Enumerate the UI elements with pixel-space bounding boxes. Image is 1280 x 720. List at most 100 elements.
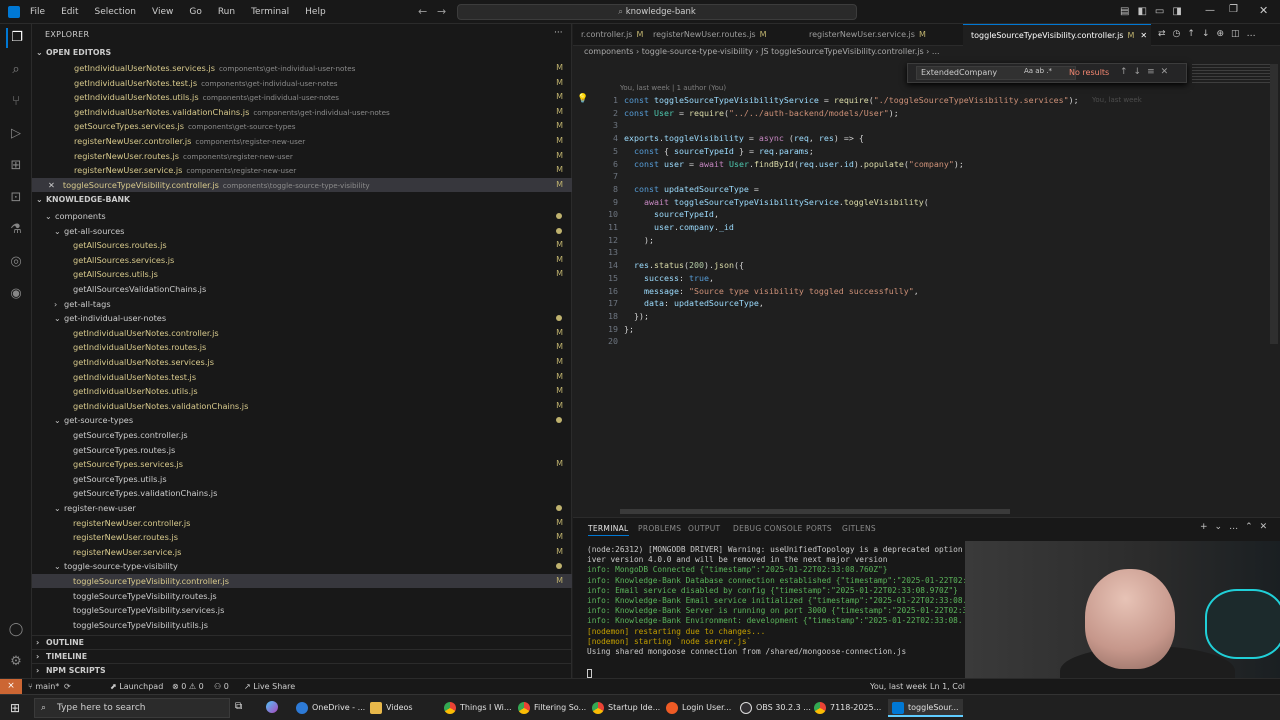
toggle-panel-icon[interactable]: ▭ xyxy=(1155,6,1172,17)
folder-item[interactable]: ⌄ get-all-sources xyxy=(32,224,572,238)
code-line[interactable]: 15 success: true, xyxy=(584,272,1184,285)
menu-help[interactable]: Help xyxy=(297,0,334,24)
source-control-icon[interactable]: ⑂ xyxy=(6,92,26,112)
maximize-panel-icon[interactable]: ⌃ xyxy=(1245,522,1260,532)
code-line[interactable]: 11 user.company._id xyxy=(584,221,1184,234)
explorer-icon[interactable]: ❐ xyxy=(6,28,26,48)
back-arrow-icon[interactable]: ← xyxy=(418,5,427,18)
code-line[interactable]: 18 }); xyxy=(584,310,1184,323)
open-editor-item[interactable]: getIndividualUserNotes.services.js compon… xyxy=(32,61,572,75)
file-item[interactable]: getSourceTypes.services.js M xyxy=(32,457,572,471)
timeline-header[interactable]: › TIMELINE xyxy=(32,649,572,663)
more-icon[interactable]: … xyxy=(1229,522,1245,532)
ports-indicator[interactable]: ⚇ 0 xyxy=(214,682,229,691)
tab-controller-partial[interactable]: r.controller.js M xyxy=(573,24,651,46)
taskbar-chrome-1[interactable]: Things I Wi... xyxy=(444,699,512,717)
file-item[interactable]: getSourceTypes.validationChains.js xyxy=(32,486,572,500)
vertical-scrollbar[interactable] xyxy=(1270,64,1278,344)
account-icon[interactable]: ◯ xyxy=(6,620,26,640)
file-item[interactable]: toggleSourceTypeVisibility.controller.js… xyxy=(32,574,572,588)
taskbar-vscode[interactable]: toggleSour... xyxy=(888,699,963,717)
previous-change-icon[interactable]: ↑ xyxy=(1187,29,1202,39)
menu-run[interactable]: Run xyxy=(210,0,243,24)
code-line[interactable]: 19}; xyxy=(584,323,1184,336)
file-item[interactable]: getSourceTypes.utils.js xyxy=(32,472,572,486)
taskbar-videos[interactable]: Videos xyxy=(370,699,413,717)
file-item[interactable]: getIndividualUserNotes.validationChains.… xyxy=(32,399,572,413)
taskbar-obs[interactable]: OBS 30.2.3 ... xyxy=(740,699,811,717)
menu-selection[interactable]: Selection xyxy=(87,0,144,24)
file-item[interactable]: getSourceTypes.controller.js xyxy=(32,428,572,442)
file-item[interactable]: getAllSources.services.js M xyxy=(32,253,572,267)
taskbar-onedrive[interactable]: OneDrive - ... xyxy=(296,699,365,717)
file-item[interactable]: registerNewUser.controller.js M xyxy=(32,516,572,530)
code-line[interactable]: 16 message: "Source type visibility togg… xyxy=(584,285,1184,298)
command-center-search[interactable]: ⌕ knowledge-bank xyxy=(457,4,857,20)
cursor-position[interactable]: Ln 1, Col xyxy=(930,682,965,691)
forward-arrow-icon[interactable]: → xyxy=(437,5,446,18)
close-window-button[interactable]: ✕ xyxy=(1259,4,1268,17)
folder-item[interactable]: ⌄ get-source-types xyxy=(32,413,572,427)
file-item[interactable]: toggleSourceTypeVisibility.services.js xyxy=(32,603,572,617)
remote-indicator[interactable]: ⨯ xyxy=(0,679,22,694)
taskbar-postman[interactable]: Login User... xyxy=(666,699,731,717)
find-options[interactable]: Aa ab .* xyxy=(1024,67,1052,75)
more-actions-icon[interactable]: ··· xyxy=(554,28,563,38)
file-item[interactable]: getIndividualUserNotes.routes.js M xyxy=(32,340,572,354)
taskbar-chrome-4[interactable]: 7118-2025... xyxy=(814,699,881,717)
outline-header[interactable]: › OUTLINE xyxy=(32,635,572,649)
menu-terminal[interactable]: Terminal xyxy=(243,0,297,24)
minimap[interactable] xyxy=(1192,64,1270,84)
file-item[interactable]: registerNewUser.routes.js M xyxy=(32,530,572,544)
copilot-icon[interactable] xyxy=(266,701,278,713)
menu-view[interactable]: View xyxy=(144,0,181,24)
file-item[interactable]: toggleSourceTypeVisibility.routes.js xyxy=(32,589,572,603)
open-editor-item[interactable]: registerNewUser.routes.js components\regi… xyxy=(32,149,572,163)
code-line[interactable]: 4 exports.toggleVisibility = async (req, … xyxy=(584,132,1184,145)
tab-problems[interactable]: PROBLEMS xyxy=(638,524,681,533)
file-item[interactable]: getIndividualUserNotes.test.js M xyxy=(32,370,572,384)
branch-indicator[interactable]: ⑂ main* xyxy=(28,682,59,691)
file-item[interactable]: getIndividualUserNotes.controller.js M xyxy=(32,326,572,340)
workspace-header[interactable]: ⌄ KNOWLEDGE-BANK xyxy=(32,193,572,207)
remote-explorer-icon[interactable]: ⊡ xyxy=(6,188,26,208)
code-line[interactable]: 8 const updatedSourceType = xyxy=(584,183,1184,196)
folder-item[interactable]: ⌄ get-individual-user-notes xyxy=(32,311,572,325)
folder-item[interactable]: ⌄ toggle-source-type-visibility xyxy=(32,559,572,573)
tab-ports[interactable]: PORTS xyxy=(806,524,832,533)
npm-scripts-header[interactable]: › NPM SCRIPTS xyxy=(32,663,572,677)
tab-debug-console[interactable]: DEBUG CONSOLE xyxy=(733,524,803,533)
toggle-aux-icon[interactable]: ◨ xyxy=(1172,6,1189,17)
close-find-icon[interactable]: ✕ xyxy=(1161,67,1175,77)
restore-button[interactable]: ❐ xyxy=(1229,4,1238,15)
file-item[interactable]: getAllSourcesValidationChains.js xyxy=(32,282,572,296)
settings-gear-icon[interactable]: ⚙ xyxy=(6,652,26,672)
file-item[interactable]: getIndividualUserNotes.services.js M xyxy=(32,355,572,369)
close-editor-icon[interactable]: ✕ xyxy=(48,180,55,190)
code-line[interactable]: 13 xyxy=(584,246,1184,259)
blame-status[interactable]: You, last week xyxy=(870,682,927,691)
code-line[interactable]: 10 sourceTypeId, xyxy=(584,208,1184,221)
next-change-icon[interactable]: ↓ xyxy=(1202,29,1217,39)
tab-gitlens[interactable]: GITLENS xyxy=(842,524,876,533)
gitlens-icon[interactable]: ◎ xyxy=(6,252,26,272)
file-item[interactable]: getAllSources.utils.js M xyxy=(32,267,572,281)
code-line[interactable]: 3 xyxy=(584,119,1184,132)
toggle-sidebar-icon[interactable]: ◧ xyxy=(1137,6,1154,17)
open-editor-item[interactable]: registerNewUser.controller.js components\… xyxy=(32,134,572,148)
menu-file[interactable]: File xyxy=(22,0,53,24)
docker-icon[interactable]: ◉ xyxy=(6,284,26,304)
folder-item[interactable]: ⌄ register-new-user xyxy=(32,501,572,515)
file-item[interactable]: getAllSources.routes.js M xyxy=(32,238,572,252)
search-icon[interactable]: ⌕ xyxy=(6,60,26,80)
file-item[interactable]: getSourceTypes.routes.js xyxy=(32,443,572,457)
tab-toggle-controller[interactable]: toggleSourceTypeVisibility.controller.js… xyxy=(963,24,1151,46)
close-tab-icon[interactable]: ✕ xyxy=(1140,31,1147,40)
folder-item[interactable]: › get-all-tags xyxy=(32,297,572,311)
code-line[interactable]: 7 xyxy=(584,170,1184,183)
more-icon[interactable]: … xyxy=(1247,29,1263,39)
tab-register-routes[interactable]: registerNewUser.routes.js M xyxy=(645,24,775,46)
open-editor-item[interactable]: ✕ toggleSourceTypeVisibility.controller.j… xyxy=(32,177,572,192)
find-input[interactable]: ExtendedCompany xyxy=(916,66,1076,80)
open-editor-item[interactable]: registerNewUser.service.js components\reg… xyxy=(32,163,572,177)
